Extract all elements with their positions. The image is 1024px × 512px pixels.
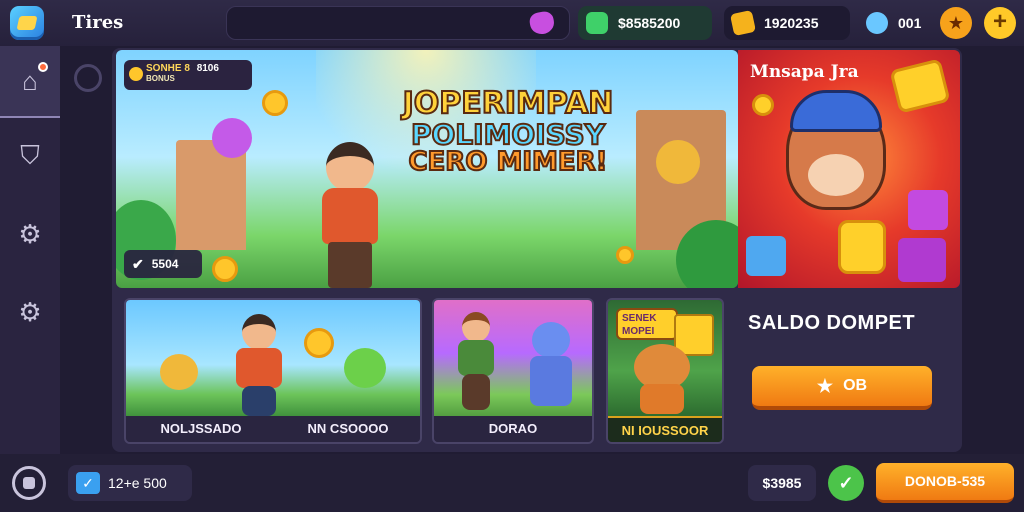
home-icon: ⌂ [22, 65, 38, 96]
hero-badge[interactable]: ✔ 5504 [124, 250, 202, 278]
sidebar-item-home[interactable]: ⌂ [0, 46, 60, 118]
ticket-value: 8106 [196, 63, 219, 74]
gear-icon: ⚙ [18, 218, 42, 249]
sidebar: ⌂ ⛉ ⚙ ⚙ [0, 46, 60, 454]
bottom-bar: ✓ 12+e 500 $3985 ✓ DONOB-535 [0, 454, 1024, 512]
balance-gems-pill[interactable]: 001 [862, 6, 932, 40]
bottom-left-pill[interactable]: ✓ 12+e 500 [68, 465, 192, 501]
hero-title: JOPERIMPAN POLIMOISSY CERO MIMER! [378, 86, 638, 177]
app-title: Tires [72, 12, 124, 33]
card-scene: SENEK MOPEI [608, 300, 722, 418]
bear-face [808, 154, 864, 196]
creature-icon [656, 140, 700, 184]
bottom-coins[interactable]: $3985 [748, 465, 816, 501]
check-box-icon: ✓ [76, 472, 100, 494]
game-card[interactable]: DORAO [432, 298, 594, 444]
check-icon: ✔ [132, 255, 144, 272]
cube-icon [908, 190, 948, 230]
coin-icon [616, 246, 634, 264]
card-label: NN CSOOOO [276, 416, 420, 442]
star-icon: ★ [816, 375, 834, 396]
menu-circle-icon[interactable] [74, 64, 102, 92]
gold-coin-icon [838, 220, 886, 274]
sidebar-item-settings-1[interactable]: ⚙ [0, 198, 60, 270]
sidebar-item-settings-2[interactable]: ⚙ [0, 276, 60, 348]
sidebar-item-shield[interactable]: ⛉ [0, 120, 60, 192]
ticket-sub: BONUS [146, 74, 175, 83]
hero-badge-value: 5504 [151, 257, 179, 271]
balance-gems-value: 001 [898, 15, 922, 31]
coin-icon [752, 94, 774, 116]
bonus-ticket[interactable]: SONHE 8 8106 BONUS [124, 60, 252, 90]
card-label: NOLJSSADO [126, 416, 276, 442]
promo-banner[interactable]: Mnsapa Jra [738, 50, 960, 288]
balance-green-pill[interactable]: $8585200 [578, 6, 712, 40]
wallet-button-label: OB [843, 377, 868, 394]
promo-title: Mnsapa Jra [750, 62, 859, 82]
bear-helmet [790, 90, 882, 132]
cube-icon [898, 238, 946, 282]
card-label: DORAO [434, 416, 592, 442]
hero-title-line2: POLIMOISSY [410, 117, 606, 151]
bottom-cta-button[interactable]: DONOB-535 [876, 463, 1014, 503]
game-card[interactable]: NOLJSSADO NN CSOOOO [124, 298, 422, 444]
coin-icon [212, 256, 238, 282]
wallet-ok-button[interactable]: ★ OB [752, 366, 932, 410]
notification-dot [38, 62, 48, 72]
balance-green-value: $8585200 [618, 15, 681, 31]
balance-coins-pill[interactable]: 1920235 [724, 6, 850, 40]
green-token-icon [586, 12, 608, 34]
wallet-title: SALDO DOMPET [748, 312, 916, 334]
hero-banner[interactable]: SONHE 8 8106 BONUS JOPERIMPAN POLIMOISSY… [116, 50, 738, 288]
app-logo-icon[interactable] [10, 6, 44, 40]
hero-character [312, 142, 388, 288]
bottom-left-value: 12+e 500 [108, 475, 167, 491]
balance-coins-value: 1920235 [764, 15, 819, 31]
card-tag: SENEK MOPEI [616, 308, 678, 340]
creature-icon [212, 118, 252, 158]
shield-icon: ⛉ [20, 140, 40, 170]
gold-bar-icon [889, 58, 951, 114]
coin-icon [262, 90, 288, 116]
top-bar: Tires $8585200 1920235 001 ★ + [0, 0, 1024, 46]
game-card[interactable]: SENEK MOPEI NI IOUSSOOR [606, 298, 724, 444]
cube-icon [746, 236, 786, 276]
plus-icon[interactable]: + [984, 7, 1016, 39]
card-label: NI IOUSSOOR [608, 416, 722, 442]
profile-icon[interactable] [12, 466, 46, 500]
gear-icon: ⚙ [18, 296, 42, 327]
card-scene [434, 300, 592, 418]
card-scene [126, 300, 420, 418]
hero-title-line1: JOPERIMPAN [402, 86, 615, 121]
star-icon[interactable]: ★ [940, 7, 972, 39]
main-area: SONHE 8 8106 BONUS JOPERIMPAN POLIMOISSY… [60, 46, 1024, 454]
ticket-label: SONHE 8 [146, 63, 190, 74]
hero-title-line3: CERO MIMER! [407, 146, 608, 177]
search-bar[interactable] [226, 6, 570, 40]
diamond-icon [866, 12, 888, 34]
confirm-check-icon[interactable]: ✓ [828, 465, 864, 501]
coin-icon [729, 9, 757, 37]
